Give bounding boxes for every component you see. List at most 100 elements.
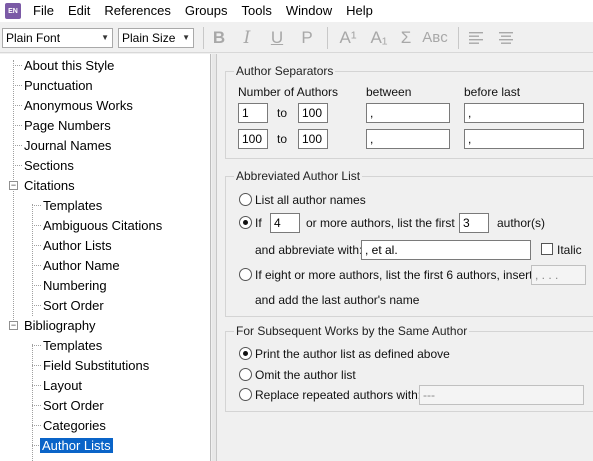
insert-text-input[interactable]: , . . .	[531, 265, 586, 285]
chevron-down-icon: ▼	[101, 33, 109, 42]
symbol-button[interactable]: Σ	[396, 27, 416, 49]
tree-item-label: Categories	[43, 418, 106, 433]
tree-connector	[13, 125, 22, 126]
subscript-button[interactable]: A₁	[366, 27, 392, 49]
font-select[interactable]: Plain Font ▼	[2, 28, 113, 48]
align-center-button[interactable]	[495, 27, 517, 49]
menu-window[interactable]: Window	[280, 0, 340, 22]
authors-from-input[interactable]: 100	[238, 129, 268, 149]
tree-item-bibliography-author-lists[interactable]: Author Lists	[40, 436, 113, 455]
if-count-input[interactable]: 4	[270, 213, 300, 233]
before-last-input[interactable]: ,	[464, 103, 584, 123]
tree-item-author-name[interactable]: Author Name	[43, 256, 120, 275]
pane-splitter[interactable]	[212, 54, 217, 461]
number-of-authors-label: Number of Authors	[238, 85, 339, 99]
tree-item-label: Journal Names	[24, 138, 112, 153]
tree-item-bibliography-sort-order[interactable]: Sort Order	[43, 396, 104, 415]
if-label: If	[255, 216, 262, 230]
menu-file[interactable]: File	[27, 0, 62, 22]
tree-item-numbering[interactable]: Numbering	[43, 276, 107, 295]
list-all-radio[interactable]	[239, 193, 252, 206]
align-left-button[interactable]	[465, 27, 487, 49]
tree-item-label: Ambiguous Citations	[43, 218, 163, 233]
replace-authors-label: Replace repeated authors with:	[255, 388, 422, 402]
tree-item-label: Templates	[43, 338, 103, 353]
abbreviate-with-input[interactable]: , et al.	[361, 240, 531, 260]
tree-item-ambiguous-citations[interactable]: Ambiguous Citations	[43, 216, 162, 235]
authors-from-input[interactable]: 1	[238, 103, 268, 123]
chevron-down-icon: ▼	[182, 33, 190, 42]
tree-item-label: Author Lists	[43, 238, 112, 253]
small-caps-button[interactable]: Aʙᴄ	[419, 27, 451, 49]
print-author-list-label: Print the author list as defined above	[255, 347, 450, 361]
authors-to-input[interactable]: 100	[298, 129, 328, 149]
tree-item-label: About this Style	[24, 58, 115, 73]
tree-item-citations-templates[interactable]: Templates	[43, 196, 102, 215]
print-author-list-radio[interactable]	[239, 347, 252, 360]
tree-item-about-this-style[interactable]: About this Style	[24, 56, 114, 75]
tree-item-label: Sections	[24, 158, 74, 173]
italic-checkbox[interactable]	[541, 243, 553, 255]
replace-with-input[interactable]: ---	[419, 385, 584, 405]
if-radio[interactable]	[239, 216, 252, 229]
align-center-icon	[499, 32, 513, 44]
subsequent-works-group: For Subsequent Works by the Same Author …	[225, 324, 593, 412]
settings-panel: Author Separators Number of Authors betw…	[218, 54, 593, 461]
tree-item-journal-names[interactable]: Journal Names	[24, 136, 111, 155]
tree-item-label: Numbering	[43, 278, 107, 293]
tree-item-label: Bibliography	[24, 318, 96, 333]
authors-to-input[interactable]: 100	[298, 103, 328, 123]
tree-item-label: Field Substitutions	[43, 358, 150, 373]
tree-item-label: Page Numbers	[24, 118, 111, 133]
bold-button[interactable]: B	[208, 27, 230, 49]
tree-connector	[13, 85, 22, 86]
tree-connector	[13, 105, 22, 106]
tree-connector	[13, 65, 22, 66]
eight-or-more-label: If eight or more authors, list the first…	[255, 268, 536, 282]
tree-item-layout[interactable]: Layout	[43, 376, 82, 395]
tree-connector	[32, 265, 41, 266]
menu-bar: EN File Edit References Groups Tools Win…	[0, 0, 593, 22]
menu-help[interactable]: Help	[340, 0, 381, 22]
menu-references[interactable]: References	[98, 0, 178, 22]
eight-or-more-radio[interactable]	[239, 268, 252, 281]
italic-button[interactable]: I	[236, 27, 258, 49]
tree-item-anonymous-works[interactable]: Anonymous Works	[24, 96, 133, 115]
tree-item-citations[interactable]: Citations	[24, 176, 75, 195]
size-select-value: Plain Size	[122, 31, 176, 45]
authors-suffix-label: author(s)	[497, 216, 546, 230]
collapse-icon[interactable]: −	[9, 321, 18, 330]
tree-item-punctuation[interactable]: Punctuation	[24, 76, 93, 95]
between-input[interactable]: ,	[366, 129, 450, 149]
author-separators-group: Author Separators Number of Authors betw…	[225, 64, 593, 159]
collapse-icon[interactable]: −	[9, 181, 18, 190]
tree-item-bibliography-templates[interactable]: Templates	[43, 336, 102, 355]
group-title: Abbreviated Author List	[234, 169, 363, 183]
tree-item-categories[interactable]: Categories	[43, 416, 106, 435]
tree-item-bibliography[interactable]: Bibliography	[24, 316, 96, 335]
tree-item-page-numbers[interactable]: Page Numbers	[24, 116, 111, 135]
tree-item-field-substitutions[interactable]: Field Substitutions	[43, 356, 149, 375]
abbreviate-with-label: and abbreviate with:	[255, 243, 363, 257]
omit-author-list-radio[interactable]	[239, 368, 252, 381]
menu-tools[interactable]: Tools	[235, 0, 279, 22]
align-left-icon	[469, 32, 483, 44]
replace-authors-radio[interactable]	[239, 388, 252, 401]
tree-item-label: Anonymous Works	[24, 98, 133, 113]
between-input[interactable]: ,	[366, 103, 450, 123]
tree-item-citations-author-lists[interactable]: Author Lists	[43, 236, 112, 255]
tree-connector	[32, 425, 41, 426]
menu-groups[interactable]: Groups	[179, 0, 236, 22]
size-select[interactable]: Plain Size ▼	[118, 28, 194, 48]
superscript-button[interactable]: A¹	[335, 27, 361, 49]
tree-item-label: Citations	[24, 178, 75, 193]
tree-item-sections[interactable]: Sections	[24, 156, 74, 175]
before-last-input[interactable]: ,	[464, 129, 584, 149]
tree-connector	[32, 225, 41, 226]
underline-button[interactable]: U	[266, 27, 288, 49]
menu-edit[interactable]: Edit	[62, 0, 98, 22]
tree-connector	[13, 145, 22, 146]
tree-item-citations-sort-order[interactable]: Sort Order	[43, 296, 104, 315]
plain-button[interactable]: P	[296, 27, 318, 49]
first-count-input[interactable]: 3	[459, 213, 489, 233]
